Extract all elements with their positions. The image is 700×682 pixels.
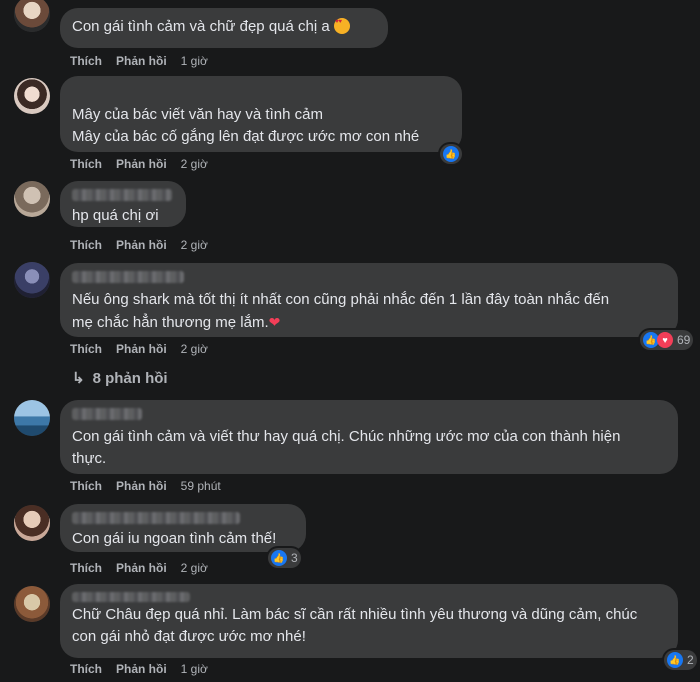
love-reaction-icon: ♥ [657,332,673,348]
like-link[interactable]: Thích [70,662,102,676]
comment-text: Con gái iu ngoan tình cảm thế! [72,530,277,547]
like-link[interactable]: Thích [70,479,102,493]
reaction-count: 3 [291,551,298,565]
like-link[interactable]: Thích [70,157,102,171]
like-reaction-icon: 👍 [443,146,459,162]
like-link[interactable]: Thích [70,561,102,575]
timestamp[interactable]: 2 giờ [181,157,208,171]
like-reaction-icon: 👍 [667,652,683,668]
like-link[interactable]: Thích [70,54,102,68]
comment-text: hp quá chị ơi [72,207,159,224]
reaction-summary[interactable]: 👍 3 [268,548,301,568]
comment-bubble: hp quá chị ơi [60,181,186,227]
reaction-summary[interactable]: 👍 [440,144,462,164]
avatar[interactable] [14,0,50,32]
author-name-blurred[interactable] [72,189,172,201]
author-name-blurred[interactable] [72,408,142,420]
comment-text: Con gái tình cảm và viết thư hay quá chị… [72,428,621,467]
reply-link[interactable]: Phản hồi [116,479,167,493]
timestamp[interactable]: 59 phút [181,479,221,493]
reply-arrow-icon: ↳ [72,370,85,387]
avatar[interactable] [14,181,50,217]
timestamp[interactable]: 1 giờ [181,54,208,68]
view-replies-link[interactable]: ↳ 8 phản hồi [72,369,168,387]
comment-bubble: Con gái tình cảm và chữ đẹp quá chị a [60,8,388,48]
author-name-blurred[interactable] [72,271,184,283]
author-name-blurred[interactable] [72,512,240,524]
comment-bubble: Con gái iu ngoan tình cảm thế! [60,504,306,552]
comment-text: Con gái tình cảm và chữ đẹp quá chị a [72,18,330,35]
comment-text: Nếu ông shark mà tốt thị ít nhất con cũn… [72,289,666,334]
like-reaction-icon: 👍 [271,550,287,566]
heart-inline-icon: ❤ [268,314,281,330]
view-replies-label: 8 phản hồi [92,370,168,387]
reply-link[interactable]: Phản hồi [116,561,167,575]
avatar[interactable] [14,262,50,298]
comment-text: Chữ Châu đẹp quá nhỉ. Làm bác sĩ cần rất… [72,606,638,645]
heart-eyes-emoji-icon [334,18,351,34]
comment-actions: Thích Phản hồi 2 giờ [70,342,222,356]
comment-actions: Thích Phản hồi 2 giờ [70,157,222,171]
comment-text: Mây của bác viết văn hay và tình cảm Mây… [72,106,420,145]
timestamp[interactable]: 2 giờ [181,561,208,575]
reply-link[interactable]: Phản hồi [116,157,167,171]
avatar[interactable] [14,505,50,541]
comment-actions: Thích Phản hồi 2 giờ [70,238,222,252]
author-name-blurred[interactable] [72,592,190,602]
reply-link[interactable]: Phản hồi [116,342,167,356]
avatar[interactable] [14,586,50,622]
comment-actions: Thích Phản hồi 2 giờ [70,561,222,575]
avatar[interactable] [14,400,50,436]
reaction-summary[interactable]: 👍 ♥ 69 [640,330,694,350]
comment-actions: Thích Phản hồi 1 giờ [70,54,222,68]
comment-bubble: Con gái tình cảm và viết thư hay quá chị… [60,400,678,474]
comment-bubble: Nếu ông shark mà tốt thị ít nhất con cũn… [60,263,678,337]
comment-bubble: Mây của bác viết văn hay và tình cảm Mây… [60,76,462,152]
reply-link[interactable]: Phản hồi [116,54,167,68]
comment-actions: Thích Phản hồi 1 giờ [70,662,222,676]
comment-actions: Thích Phản hồi 59 phút [70,479,235,493]
avatar[interactable] [14,78,50,114]
reply-link[interactable]: Phản hồi [116,238,167,252]
reaction-count: 2 [687,653,694,667]
like-link[interactable]: Thích [70,342,102,356]
like-link[interactable]: Thích [70,238,102,252]
timestamp[interactable]: 2 giờ [181,342,208,356]
reply-link[interactable]: Phản hồi [116,662,167,676]
timestamp[interactable]: 1 giờ [181,662,208,676]
reaction-count: 69 [677,333,691,347]
reaction-summary[interactable]: 👍 2 [664,650,697,670]
comment-bubble: Chữ Châu đẹp quá nhỉ. Làm bác sĩ cần rất… [60,584,678,658]
comment-text-body: Nếu ông shark mà tốt thị ít nhất con cũn… [72,291,610,331]
timestamp[interactable]: 2 giờ [181,238,208,252]
